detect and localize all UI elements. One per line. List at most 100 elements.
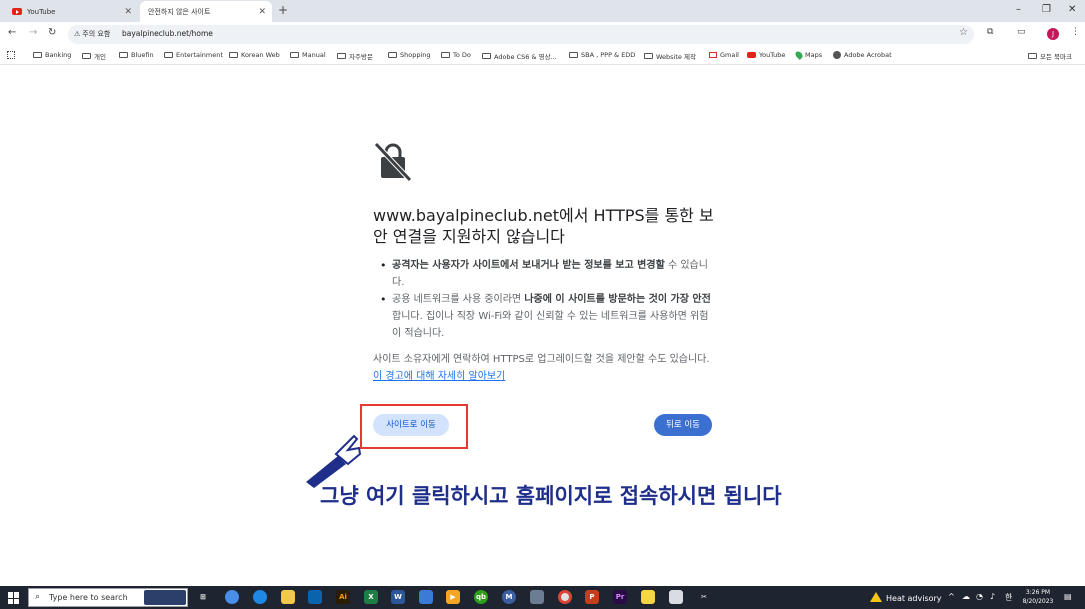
acrobat-icon (833, 51, 841, 59)
bookmark-bluefin[interactable]: Bluefin (119, 51, 154, 59)
menu-kebab-icon[interactable]: ⋮ (1071, 27, 1080, 37)
folder-icon (441, 52, 450, 58)
tab-unsafe-site[interactable]: 안전하지 않은 사이트 ✕ (140, 1, 272, 22)
url-text[interactable]: bayalpineclub.net/home (122, 29, 213, 38)
bookmark-manual[interactable]: Manual (290, 51, 326, 59)
warning-triangle-icon: ⚠ (74, 30, 81, 38)
apps-button[interactable] (7, 51, 15, 59)
go-back-button[interactable]: 뒤로 이동 (654, 414, 712, 436)
restore-icon[interactable]: ❐ (1042, 4, 1051, 15)
learn-more-link[interactable]: 이 경고에 대해 자세히 알아보기 (373, 371, 505, 382)
warning-bullet-list: 공격자는 사용자가 사이트에서 보내거나 받는 정보를 보고 변경할 수 있습니… (380, 257, 715, 342)
browser-toolbar: ← → ↻ ⚠ 주의 요함 bayalpineclub.net/home ☆ ⧉… (0, 22, 1085, 47)
weather-widget[interactable]: Heat advisory (870, 592, 942, 603)
bookmark-korean-web[interactable]: Korean Web (229, 51, 280, 59)
search-placeholder: Type here to search (49, 593, 128, 602)
calculator-icon[interactable] (530, 590, 544, 604)
folder-icon (569, 52, 578, 58)
quickbooks-icon[interactable]: qb (474, 590, 488, 604)
folder-icon (164, 52, 173, 58)
list-item: 공격자는 사용자가 사이트에서 보내거나 받는 정보를 보고 변경할 수 있습니… (380, 257, 715, 291)
media-player-icon[interactable]: ▶ (446, 590, 460, 604)
volume-icon[interactable]: ♪ (990, 592, 995, 601)
gmail-icon (709, 52, 717, 58)
wifi-icon[interactable]: ◔ (976, 592, 983, 601)
photos-icon[interactable] (419, 590, 433, 604)
word-icon[interactable]: W (391, 590, 405, 604)
m-app-icon[interactable]: M (502, 590, 516, 604)
ime-icon[interactable]: 한 (1005, 592, 1012, 603)
onedrive-icon[interactable]: ☁ (962, 592, 970, 601)
bookmark-frequent[interactable]: 자주방문 (337, 51, 373, 61)
notification-icon[interactable]: ▤ (1064, 592, 1072, 601)
all-bookmarks[interactable]: 모든 북마크 (1028, 51, 1072, 61)
powerpoint-icon[interactable]: P (585, 590, 599, 604)
list-item: 공용 네트워크를 사용 중이라면 나중에 이 사이트를 방문하는 것이 가장 안… (380, 291, 715, 342)
bookmark-maps[interactable]: Maps (794, 50, 822, 60)
tab-youtube[interactable]: YouTube ✕ (4, 1, 138, 22)
reload-icon[interactable]: ↻ (48, 27, 56, 38)
new-tab-button[interactable]: + (278, 3, 288, 17)
tray-chevron-icon[interactable]: ^ (948, 592, 955, 601)
search-icon: ⌕ (35, 592, 41, 602)
chrome-icon[interactable] (558, 590, 572, 604)
weather-warning-icon (870, 592, 882, 602)
profile-avatar[interactable]: J (1047, 28, 1059, 40)
back-arrow-icon[interactable]: ← (8, 27, 16, 38)
tab-close-icon[interactable]: ✕ (124, 7, 132, 17)
illustrator-icon[interactable]: Ai (336, 590, 350, 604)
bookmark-banking[interactable]: Banking (33, 51, 71, 59)
paint-icon[interactable] (669, 590, 683, 604)
forward-arrow-icon[interactable]: → (29, 27, 37, 38)
task-view-icon[interactable]: ⊞ (196, 590, 210, 604)
folder-icon (644, 53, 653, 59)
folder-icon (388, 52, 397, 58)
bookmark-personal[interactable]: 개인 (82, 51, 106, 61)
windows-start-icon[interactable] (8, 592, 20, 604)
folder-icon (290, 52, 299, 58)
folder-icon (482, 53, 491, 59)
edge-icon[interactable] (253, 590, 267, 604)
bookmarks-bar: Banking 개인 Bluefin Entertainment Korean … (0, 47, 1085, 65)
bookmark-website[interactable]: Website 제작 (644, 51, 696, 61)
folder-icon (229, 52, 238, 58)
taskbar-search-box[interactable]: ⌕ Type here to search (28, 588, 188, 607)
bookmark-star-icon[interactable]: ☆ (959, 27, 968, 38)
kakaotalk-icon[interactable] (641, 590, 655, 604)
bookmark-shopping[interactable]: Shopping (388, 51, 431, 59)
premiere-icon[interactable]: Pr (613, 590, 627, 604)
bookmark-gmail[interactable]: Gmail (709, 51, 739, 59)
warning-paragraph: 사이트 소유자에게 연락하여 HTTPS로 업그레이드할 것을 제안할 수도 있… (373, 354, 710, 382)
highlight-box (360, 404, 468, 449)
youtube-icon (747, 52, 756, 58)
tab-strip: YouTube ✕ 안전하지 않은 사이트 ✕ + – ❐ ✕ (0, 0, 1085, 22)
lock-slash-icon (374, 142, 412, 182)
folder-icon (82, 53, 91, 59)
bookmark-entertainment[interactable]: Entertainment (164, 51, 223, 59)
tab-close-icon[interactable]: ✕ (258, 7, 266, 17)
extensions-icon[interactable]: ⧉ (987, 27, 993, 37)
copilot-icon[interactable] (225, 590, 239, 604)
bookmark-todo[interactable]: To Do (441, 51, 471, 59)
address-bar[interactable]: ⚠ 주의 요함 bayalpineclub.net/home ☆ (68, 25, 974, 44)
excel-icon[interactable]: X (364, 590, 378, 604)
minimize-icon[interactable]: – (1016, 4, 1021, 15)
taskbar-clock[interactable]: 3:26 PM 8/20/2023 (1020, 588, 1056, 606)
snipping-tool-icon[interactable]: ✂ (697, 590, 711, 604)
folder-icon (1028, 53, 1037, 59)
tab-label: YouTube (27, 7, 56, 16)
outlook-icon[interactable] (308, 590, 322, 604)
tab-label: 안전하지 않은 사이트 (148, 7, 211, 16)
bookmark-adobe-cs6[interactable]: Adobe CS6 & 영상... (482, 51, 557, 61)
cast-icon[interactable]: ▭ (1017, 27, 1026, 37)
bookmark-youtube[interactable]: YouTube (747, 51, 785, 59)
search-highlight-image (144, 590, 186, 605)
window-close-icon[interactable]: ✕ (1068, 4, 1076, 15)
windows-taskbar: ⌕ Type here to search ⊞ Ai X W ▶ qb M P … (0, 586, 1085, 609)
warning-heading: www.bayalpineclub.net에서 HTTPS를 통한 보안 연결을… (373, 206, 714, 246)
security-chip[interactable]: ⚠ 주의 요함 (74, 29, 110, 39)
folder-icon (33, 52, 42, 58)
file-explorer-icon[interactable] (281, 590, 295, 604)
bookmark-sba[interactable]: SBA , PPP & EDD (569, 51, 635, 59)
bookmark-adobe-acrobat[interactable]: Adobe Acrobat (833, 51, 892, 59)
